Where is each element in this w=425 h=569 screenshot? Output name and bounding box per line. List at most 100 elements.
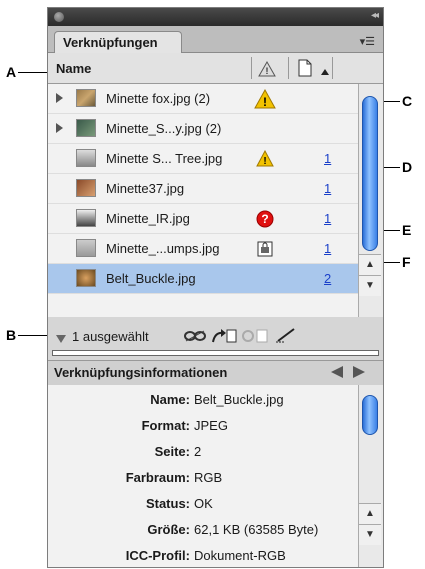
link-thumbnail bbox=[76, 89, 96, 107]
info-value: RGB bbox=[194, 470, 223, 485]
scroll-thumb[interactable] bbox=[362, 395, 378, 435]
link-thumbnail bbox=[76, 149, 96, 167]
info-key: ICC-Profil: bbox=[125, 548, 190, 563]
scroll-thumb[interactable] bbox=[362, 96, 378, 251]
progress-bar bbox=[52, 350, 379, 356]
scroll-down-button[interactable]: ▼ bbox=[359, 275, 381, 296]
info-key: Status: bbox=[145, 496, 190, 511]
link-row[interactable]: Minette fox.jpg (2) ! bbox=[48, 84, 358, 114]
callout-f: F bbox=[402, 254, 411, 270]
callout-c: C bbox=[402, 93, 413, 109]
page-link[interactable]: 2 bbox=[324, 271, 331, 286]
link-name: Minette_...umps.jpg bbox=[106, 241, 220, 256]
scroll-down-button[interactable]: ▼ bbox=[359, 524, 381, 545]
page-link[interactable]: 1 bbox=[324, 211, 331, 226]
expand-triangle-icon[interactable] bbox=[56, 123, 63, 133]
info-row: Farbraum: RGB bbox=[48, 470, 358, 494]
link-row-selected[interactable]: Belt_Buckle.jpg 2 bbox=[48, 264, 358, 294]
column-separator bbox=[332, 57, 333, 79]
modified-warning-icon[interactable]: ! bbox=[254, 88, 276, 112]
edit-original-icon[interactable] bbox=[276, 327, 298, 346]
tab-links[interactable]: Verknüpfungen bbox=[54, 31, 182, 53]
callout-e: E bbox=[402, 222, 412, 238]
previous-link-icon[interactable] bbox=[331, 366, 343, 381]
info-key: Name: bbox=[150, 392, 190, 407]
callout-a-line bbox=[18, 72, 48, 73]
panel-status-bar: 1 ausgewählt bbox=[48, 321, 383, 348]
info-row: Name: Belt_Buckle.jpg bbox=[48, 392, 358, 416]
callout-a: A bbox=[6, 64, 17, 80]
page-link[interactable]: 1 bbox=[324, 181, 331, 196]
links-scrollbar[interactable]: ▲ ▼ bbox=[358, 84, 383, 317]
embedded-link-icon[interactable] bbox=[257, 241, 273, 260]
column-header: Name ! bbox=[48, 53, 383, 84]
info-key: Format: bbox=[141, 418, 190, 433]
close-icon[interactable] bbox=[54, 12, 64, 22]
link-thumbnail bbox=[76, 179, 96, 197]
info-value: 62,1 KB (63585 Byte) bbox=[194, 522, 319, 537]
info-toggle-triangle-icon[interactable] bbox=[56, 332, 66, 346]
panel-titlebar[interactable]: ◂◂ bbox=[48, 8, 383, 26]
link-name: Minette S... Tree.jpg bbox=[106, 151, 223, 166]
link-row[interactable]: Minette_...umps.jpg 1 bbox=[48, 234, 358, 264]
link-info-header: Verknüpfungsinformationen bbox=[48, 360, 383, 386]
selection-status: 1 ausgewählt bbox=[72, 329, 149, 344]
info-key: Farbraum: bbox=[125, 470, 190, 485]
info-value: Belt_Buckle.jpg bbox=[194, 392, 284, 407]
update-link-icon[interactable] bbox=[241, 328, 269, 347]
page-link[interactable]: 1 bbox=[324, 241, 331, 256]
expand-triangle-icon[interactable] bbox=[56, 93, 63, 103]
info-row: Seite: 2 bbox=[48, 444, 358, 468]
sort-ascending-icon[interactable] bbox=[321, 64, 329, 78]
link-name: Minette fox.jpg (2) bbox=[106, 91, 211, 106]
tab-strip: Verknüpfungen ▾☰ bbox=[48, 26, 383, 53]
link-row[interactable]: Minette37.jpg 1 bbox=[48, 174, 358, 204]
link-thumbnail bbox=[76, 209, 96, 227]
link-thumbnail bbox=[76, 119, 96, 137]
column-name-header[interactable]: Name bbox=[56, 61, 91, 76]
links-list: Minette fox.jpg (2) ! Minette_S...y.jpg … bbox=[48, 84, 358, 317]
status-column-icon[interactable]: ! bbox=[258, 60, 276, 80]
svg-text:!: ! bbox=[266, 66, 269, 76]
column-separator bbox=[251, 57, 252, 79]
link-name: Belt_Buckle.jpg bbox=[106, 271, 196, 286]
info-value: Dokument-RGB bbox=[194, 548, 286, 563]
column-separator bbox=[288, 57, 289, 79]
go-to-link-icon[interactable] bbox=[211, 328, 237, 347]
collapse-icon[interactable]: ◂◂ bbox=[371, 10, 379, 21]
links-panel: ◂◂ Verknüpfungen ▾☰ Name ! Minette fox.j… bbox=[47, 7, 384, 568]
link-row[interactable]: Minette_IR.jpg ? 1 bbox=[48, 204, 358, 234]
link-row[interactable]: Minette S... Tree.jpg ! 1 bbox=[48, 144, 358, 174]
missing-link-icon[interactable]: ? bbox=[256, 210, 274, 231]
svg-text:?: ? bbox=[261, 212, 268, 226]
next-link-icon[interactable] bbox=[353, 366, 365, 381]
info-value: OK bbox=[194, 496, 213, 511]
info-row: Größe: 62,1 KB (63585 Byte) bbox=[48, 522, 358, 546]
link-thumbnail bbox=[76, 269, 96, 287]
info-value: JPEG bbox=[194, 418, 228, 433]
relink-icon[interactable] bbox=[184, 330, 206, 345]
callout-b: B bbox=[6, 327, 17, 343]
link-info-title: Verknüpfungsinformationen bbox=[54, 365, 228, 380]
scroll-up-button[interactable]: ▲ bbox=[359, 503, 381, 524]
info-row: Status: OK bbox=[48, 496, 358, 520]
link-row[interactable]: Minette_S...y.jpg (2) bbox=[48, 114, 358, 144]
link-info-table: Name: Belt_Buckle.jpg Format: JPEG Seite: 2… bbox=[48, 385, 358, 567]
link-thumbnail bbox=[76, 239, 96, 257]
info-row: Format: JPEG bbox=[48, 418, 358, 442]
svg-text:!: ! bbox=[263, 95, 267, 109]
info-key: Größe: bbox=[147, 522, 190, 537]
scroll-up-button[interactable]: ▲ bbox=[359, 254, 381, 275]
info-value: 2 bbox=[194, 444, 202, 459]
info-key: Seite: bbox=[154, 444, 190, 459]
svg-text:!: ! bbox=[263, 156, 266, 167]
page-column-icon[interactable] bbox=[298, 59, 312, 80]
link-name: Minette_IR.jpg bbox=[106, 211, 190, 226]
info-scrollbar[interactable]: ▲ ▼ bbox=[358, 385, 383, 567]
warning-icon[interactable]: ! bbox=[256, 149, 274, 170]
info-row: ICC-Profil: Dokument-RGB bbox=[48, 548, 358, 567]
panel-menu-icon[interactable]: ▾☰ bbox=[360, 35, 375, 48]
page-link[interactable]: 1 bbox=[324, 151, 331, 166]
link-name: Minette37.jpg bbox=[106, 181, 185, 196]
callout-d: D bbox=[402, 159, 413, 175]
